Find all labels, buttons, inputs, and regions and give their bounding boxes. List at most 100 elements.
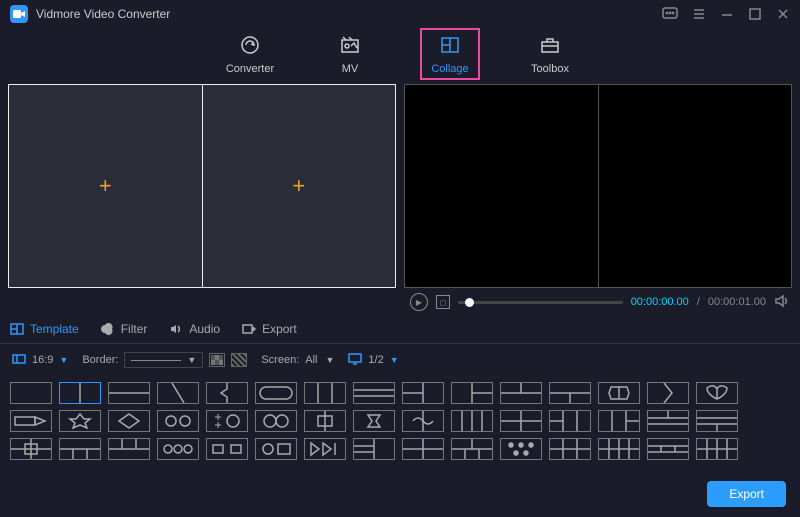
template-item[interactable] — [451, 382, 493, 404]
template-item[interactable] — [157, 438, 199, 460]
template-item[interactable] — [696, 438, 738, 460]
subtab-audio[interactable]: Audio — [169, 322, 220, 336]
subtab-filter[interactable]: Filter — [101, 322, 148, 336]
aspect-selector[interactable]: 16:9 ▼ — [12, 353, 68, 368]
template-item[interactable] — [647, 382, 689, 404]
tab-toolbox[interactable]: Toolbox — [520, 28, 580, 80]
subtab-label: Audio — [189, 322, 220, 336]
template-item[interactable] — [255, 438, 297, 460]
template-item[interactable] — [549, 382, 591, 404]
tab-label: Collage — [431, 63, 468, 75]
template-item[interactable] — [157, 410, 199, 432]
time-current: 00:00:00.00 — [631, 296, 689, 308]
template-item[interactable] — [108, 438, 150, 460]
template-item[interactable] — [500, 438, 542, 460]
template-item[interactable] — [598, 382, 640, 404]
mv-icon — [339, 34, 361, 59]
collage-slots: + + — [8, 84, 396, 288]
border-style-select[interactable]: ▼ — [124, 352, 203, 368]
template-item[interactable] — [353, 438, 395, 460]
collage-icon — [439, 34, 461, 59]
slot-2[interactable]: + — [203, 85, 396, 287]
template-item[interactable] — [157, 382, 199, 404]
preview-pane-2 — [599, 85, 792, 287]
template-item[interactable] — [402, 410, 444, 432]
volume-icon[interactable] — [774, 294, 790, 311]
converter-icon — [239, 34, 261, 59]
template-item[interactable] — [402, 382, 444, 404]
template-item[interactable] — [402, 438, 444, 460]
template-item[interactable] — [500, 382, 542, 404]
template-item[interactable] — [255, 410, 297, 432]
export-button[interactable]: Export — [707, 481, 786, 507]
slot-1[interactable]: + — [9, 85, 203, 287]
template-item[interactable] — [59, 410, 101, 432]
template-item[interactable] — [304, 410, 346, 432]
chevron-down-icon: ▼ — [326, 355, 335, 365]
template-item[interactable] — [304, 382, 346, 404]
subtab-template[interactable]: Template — [10, 322, 79, 336]
minimize-icon[interactable] — [720, 7, 734, 21]
template-item[interactable] — [10, 410, 52, 432]
stop-button[interactable]: ◻ — [436, 295, 450, 309]
toolbox-icon — [539, 34, 561, 59]
seek-thumb[interactable] — [465, 298, 474, 307]
template-item[interactable] — [500, 410, 542, 432]
subtab-label: Filter — [121, 322, 148, 336]
template-grid — [0, 376, 800, 464]
tab-mv[interactable]: MV — [320, 28, 380, 80]
chevron-down-icon: ▼ — [187, 355, 196, 365]
feedback-icon[interactable] — [662, 7, 678, 21]
close-icon[interactable] — [776, 7, 790, 21]
template-row — [10, 438, 790, 460]
split-control[interactable]: 1/2 ▼ — [348, 353, 398, 368]
seek-track[interactable] — [458, 301, 623, 304]
tab-collage[interactable]: Collage — [420, 28, 480, 80]
border-pattern-button[interactable] — [231, 353, 247, 367]
template-item[interactable] — [108, 410, 150, 432]
template-item[interactable] — [255, 382, 297, 404]
app-title: Vidmore Video Converter — [36, 7, 170, 21]
template-item[interactable] — [59, 438, 101, 460]
template-item[interactable] — [59, 382, 101, 404]
tab-converter[interactable]: Converter — [220, 28, 280, 80]
template-item[interactable] — [647, 410, 689, 432]
template-item[interactable] — [696, 382, 738, 404]
template-item[interactable] — [451, 438, 493, 460]
main-tabs: Converter MV Collage Toolbox — [0, 28, 800, 80]
template-item[interactable] — [598, 410, 640, 432]
aspect-icon — [12, 353, 26, 368]
template-item[interactable] — [549, 410, 591, 432]
color-picker-button[interactable] — [209, 353, 225, 367]
aspect-value: 16:9 — [32, 354, 53, 366]
subtab-export[interactable]: Export — [242, 322, 297, 336]
template-row — [10, 382, 790, 404]
template-item[interactable] — [353, 410, 395, 432]
template-item[interactable] — [304, 438, 346, 460]
window-controls — [662, 7, 790, 21]
play-button[interactable]: ▶ — [410, 293, 428, 311]
sub-tabs: Template Filter Audio Export — [0, 314, 800, 344]
template-item[interactable] — [10, 438, 52, 460]
template-item[interactable] — [353, 382, 395, 404]
footer: Export — [707, 481, 786, 507]
template-item[interactable] — [108, 382, 150, 404]
template-item[interactable] — [549, 438, 591, 460]
template-item[interactable] — [206, 438, 248, 460]
screen-select[interactable]: All▼ — [305, 354, 334, 366]
template-item[interactable] — [647, 438, 689, 460]
template-item[interactable] — [598, 438, 640, 460]
template-item[interactable] — [206, 382, 248, 404]
template-row — [10, 410, 790, 432]
template-options: 16:9 ▼ Border: ▼ Screen: All▼ 1/2 ▼ — [0, 344, 800, 376]
preview-area — [404, 84, 792, 288]
template-item[interactable] — [10, 382, 52, 404]
menu-icon[interactable] — [692, 7, 706, 21]
add-icon: + — [99, 173, 112, 199]
template-item[interactable] — [696, 410, 738, 432]
template-item[interactable] — [451, 410, 493, 432]
tab-label: Converter — [226, 63, 274, 75]
maximize-icon[interactable] — [748, 7, 762, 21]
audio-icon — [169, 323, 183, 335]
template-item[interactable] — [206, 410, 248, 432]
